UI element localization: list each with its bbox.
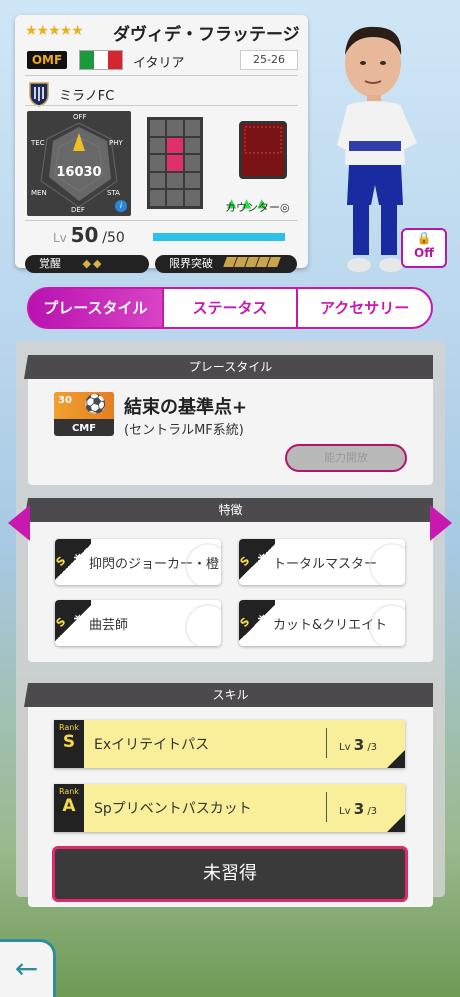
skill-name: Spプリベントパスカット xyxy=(94,801,252,817)
traits-header: 特徴 xyxy=(24,498,433,522)
tab-playstyle[interactable]: プレースタイル xyxy=(27,287,164,329)
tab-status[interactable]: ステータス xyxy=(161,287,299,329)
rank-badge: Rank S xyxy=(55,539,91,585)
player-card[interactable]: ★★★★★ ダヴィデ・フラッテージ OMF イタリア 25-26 ミラノFC O… xyxy=(15,15,308,273)
kicker-icon: ⚽ xyxy=(84,394,107,415)
limit-break-gauge xyxy=(222,255,281,273)
goal-net-icon xyxy=(239,121,287,179)
divider xyxy=(25,75,298,76)
avatar-toggle-button[interactable]: 🔒 Off xyxy=(401,228,447,268)
soccer-ball-icon xyxy=(185,543,221,585)
trait-card[interactable]: Rank S トータルマスター xyxy=(239,539,405,585)
avatar-toggle-label: Off xyxy=(414,246,434,260)
info-icon[interactable]: i xyxy=(115,200,127,212)
overall-total: 16030 xyxy=(56,165,102,180)
playstyle-level: 30 xyxy=(58,395,72,406)
lock-icon: 🔒 xyxy=(416,231,432,245)
season-label: 25-26 xyxy=(240,50,298,70)
trait-name: トータルマスター xyxy=(273,557,378,572)
corner-mark xyxy=(387,814,405,832)
divider xyxy=(326,728,327,758)
italy-flag-icon xyxy=(79,50,123,70)
skill-name: Exイリテイトパス xyxy=(94,737,210,753)
divider xyxy=(25,105,298,106)
ability-unlock-button[interactable]: 能力開放 xyxy=(285,444,407,472)
club-name: ミラノFC xyxy=(59,89,115,104)
tab-accessory[interactable]: アクセサリー xyxy=(296,287,434,329)
radar-label-men: MEN xyxy=(31,189,47,197)
level-max: /50 xyxy=(102,230,125,246)
soccer-ball-icon xyxy=(369,604,405,646)
limit-break-bar: 限界突破 xyxy=(155,255,297,273)
radar-label-tec: TEC xyxy=(31,139,45,147)
rank-badge: Rank S xyxy=(239,600,275,646)
playstyle-position: CMF xyxy=(71,423,97,434)
trait-card[interactable]: Rank S 抑閃のジョーカー・橙 xyxy=(55,539,221,585)
awakening-label: 覚醒 xyxy=(39,257,61,270)
detail-tabs: プレースタイル ステータス アクセサリー xyxy=(27,287,434,329)
level-progress-bar xyxy=(153,233,285,241)
awakening-diamonds: ◆◆ xyxy=(82,257,104,270)
playstyle-header: プレースタイル xyxy=(24,355,433,379)
level-prefix: Lv xyxy=(53,231,67,245)
trait-name: 曲芸師 xyxy=(89,618,129,633)
player-country: イタリア xyxy=(133,56,185,71)
radar-label-phy: PHY xyxy=(109,139,123,147)
soccer-ball-icon xyxy=(185,604,221,646)
next-arrow-icon[interactable] xyxy=(430,505,452,541)
rank-badge: Rank S xyxy=(55,600,91,646)
player-level: Lv 50 /50 xyxy=(53,223,125,247)
rarity-stars: ★★★★★ xyxy=(25,23,84,39)
back-arrow-icon[interactable]: ← xyxy=(0,939,56,997)
radar-label-sta: STA xyxy=(107,189,120,197)
skills-header: スキル xyxy=(24,683,433,707)
playstyle-icon: 30 ⚽ CMF xyxy=(54,392,114,436)
soccer-ball-icon xyxy=(369,543,405,585)
unlearned-skill-button[interactable]: 未習得 xyxy=(52,846,408,902)
rank-badge: Rank S xyxy=(54,720,84,768)
trait-card[interactable]: Rank S 曲芸師 xyxy=(55,600,221,646)
club-crest-icon xyxy=(29,82,49,107)
position-badge: OMF xyxy=(27,51,67,69)
level-value: 50 xyxy=(70,223,99,247)
skill-row[interactable]: Rank A Spプリベントパスカット Lv 3 /3 xyxy=(54,784,405,832)
position-map xyxy=(135,111,215,216)
skill-level: Lv 3 /3 xyxy=(339,736,378,754)
prev-arrow-icon[interactable] xyxy=(8,505,30,541)
awakening-bar: 覚醒 ◆◆ xyxy=(25,255,149,273)
limit-break-label: 限界突破 xyxy=(169,257,213,270)
divider xyxy=(326,792,327,822)
corner-mark xyxy=(387,750,405,768)
player-name: ダヴィデ・フラッテージ xyxy=(113,25,300,45)
playstyle-subtitle: (セントラルMF系統) xyxy=(124,423,244,438)
skill-level: Lv 3 /3 xyxy=(339,800,378,818)
trait-card[interactable]: Rank S カット&クリエイト xyxy=(239,600,405,646)
radar-label-off: OFF xyxy=(73,113,87,121)
rank-badge: Rank S xyxy=(239,539,275,585)
playstyle-title: 結束の基準点+ xyxy=(124,397,248,418)
rank-badge: Rank A xyxy=(54,784,84,832)
play-type-label: カウンター◎ xyxy=(225,201,290,214)
radar-chart-icon xyxy=(40,122,118,208)
divider xyxy=(25,220,298,221)
skill-row[interactable]: Rank S Exイリテイトパス Lv 3 /3 xyxy=(54,720,405,768)
ability-radar[interactable]: OFF PHY STA DEF MEN TEC 16030 i xyxy=(27,111,131,216)
radar-label-def: DEF xyxy=(71,206,85,214)
